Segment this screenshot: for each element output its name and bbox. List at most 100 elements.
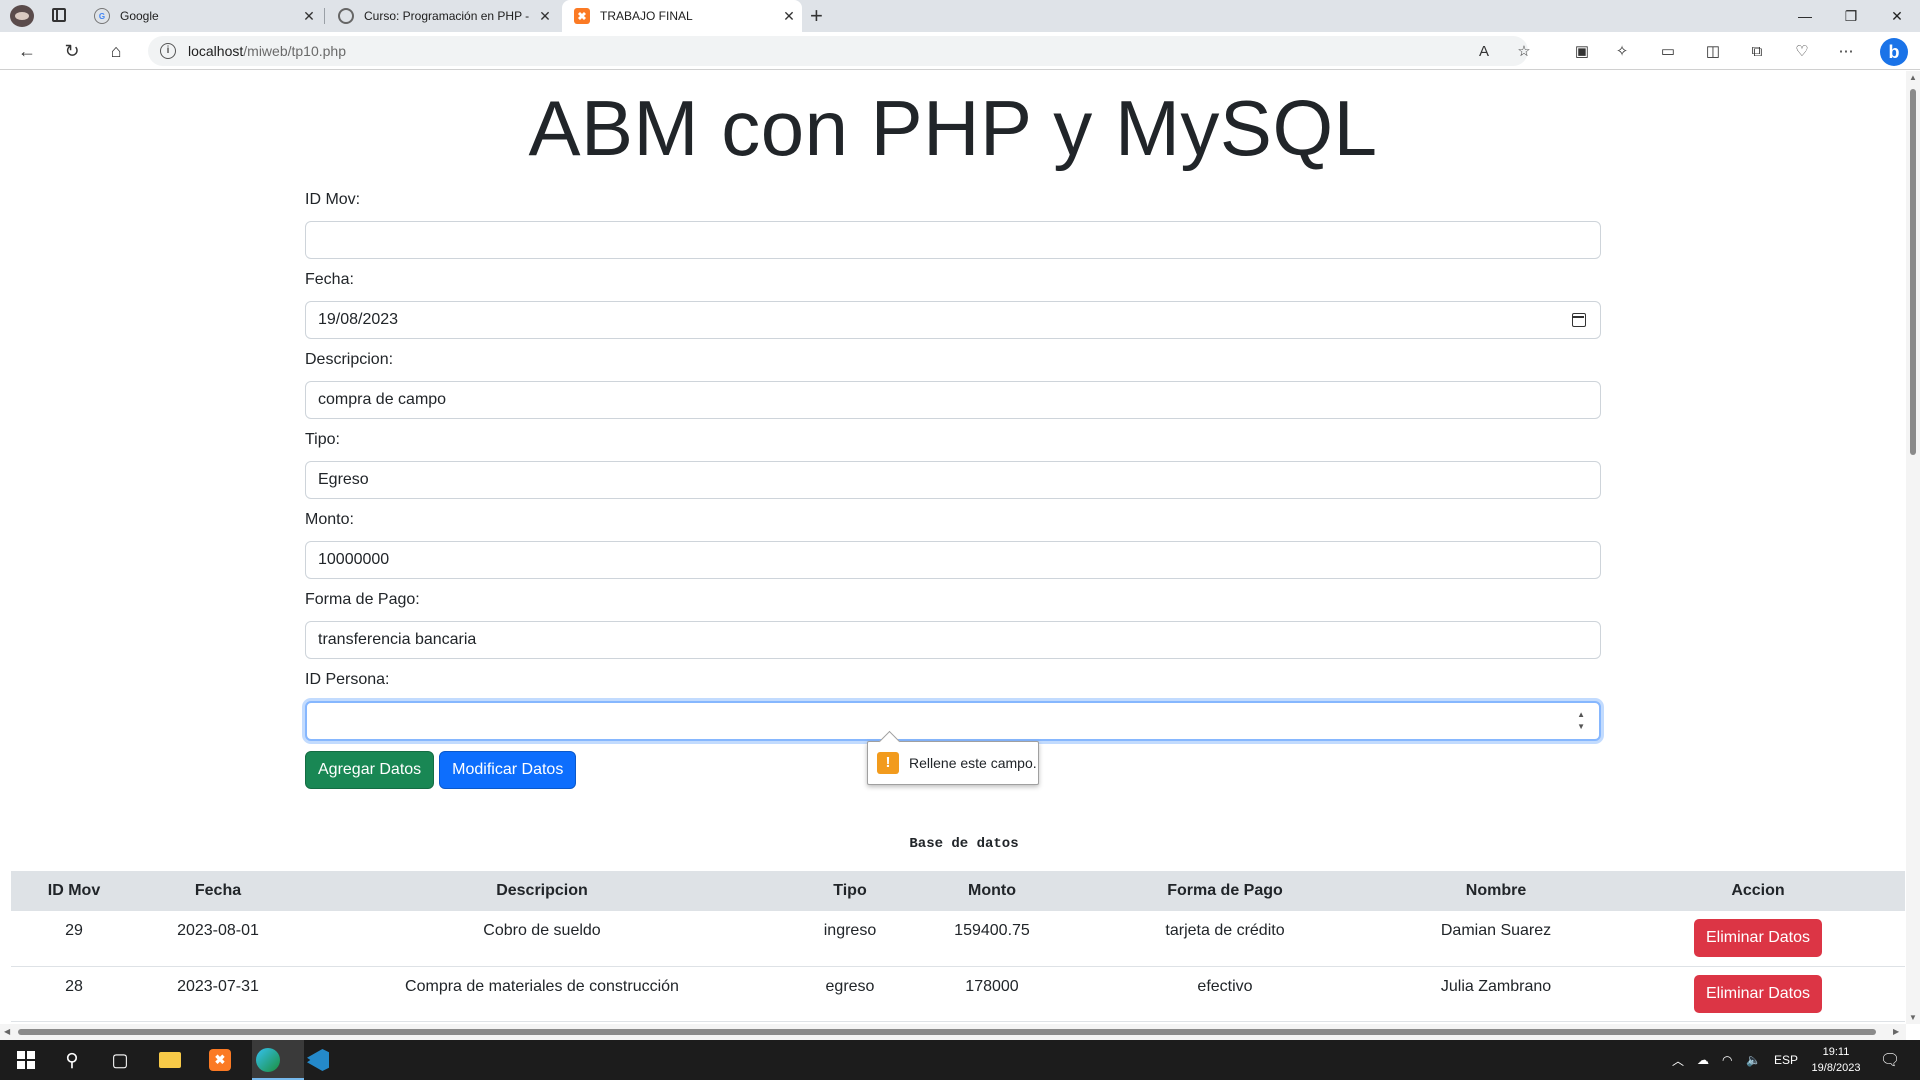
tab-title: Curso: Programación en PHP - N [364,9,532,23]
cell-accion: Eliminar Datos [1611,911,1905,967]
form-container: ABM con PHP y MySQL ID Mov: Fecha: 19/08… [305,71,1601,789]
url-host: localhost [188,43,244,59]
vertical-scroll-thumb[interactable] [1910,89,1916,455]
cell-monto: 159400.75 [915,911,1069,967]
close-window-icon[interactable]: ✕ [1874,0,1920,32]
delete-data-button[interactable]: Eliminar Datos [1693,919,1823,957]
search-icon[interactable]: ⚲ [58,1046,86,1074]
number-spinner-icon[interactable]: ▲ ▼ [1577,709,1585,733]
extension-off-icon[interactable]: ▣ [1572,41,1592,61]
site-info-icon[interactable]: i [160,43,176,59]
field-id-persona: ID Persona: ▲ ▼ [305,669,1601,741]
new-tab-icon[interactable]: + [810,3,823,29]
more-menu-icon[interactable]: ⋯ [1836,41,1856,61]
cell-nombre: Julia Zambrano [1381,966,1611,1022]
minimize-icon[interactable]: — [1782,0,1828,32]
horizontal-scroll-thumb[interactable] [18,1029,1876,1035]
windows-logo-icon [17,1051,35,1069]
cell-id: 29 [11,911,137,967]
show-hidden-icons-icon[interactable]: ︿ [1672,1040,1684,1080]
field-descripcion: Descripcion: compra de campo [305,349,1601,419]
descripcion-input[interactable]: compra de campo [305,381,1601,419]
tab-actions-icon[interactable] [52,8,66,22]
browser-essentials-icon[interactable]: ♡ [1792,41,1812,61]
profile-avatar-icon[interactable] [10,5,34,27]
notifications-icon[interactable]: 🗨 [1880,1040,1900,1080]
edge-icon[interactable] [254,1046,282,1074]
field-tipo: Tipo: Egreso [305,429,1601,499]
start-button[interactable] [12,1046,40,1074]
read-aloud-icon[interactable]: A [1474,41,1494,61]
browser-tabbar: G Google ✕ Curso: Programación en PHP - … [0,0,1920,32]
cell-nombre: Damian Suarez [1381,911,1611,967]
modify-data-button[interactable]: Modificar Datos [439,751,577,789]
close-tab-icon[interactable]: ✕ [296,8,322,25]
cell-monto: 178000 [915,966,1069,1022]
back-icon[interactable]: ← [15,39,39,63]
tab-separator [324,8,325,24]
field-monto: Monto: 10000000 [305,509,1601,579]
column-header: Fecha [137,871,299,911]
close-tab-icon[interactable]: ✕ [532,8,558,25]
scroll-up-icon[interactable]: ▲ [1909,73,1917,82]
address-toolbar: ← ↻ ⌂ i localhost/miweb/tp10.php A ☆ ▣ ✧… [0,32,1920,70]
fecha-input[interactable]: 19/08/2023 [305,301,1601,339]
forma-pago-input[interactable]: transferencia bancaria [305,621,1601,659]
tab-google[interactable]: G Google ✕ [82,0,322,32]
xampp-taskbar-icon[interactable]: ✖ [206,1046,234,1074]
column-header: Descripcion [299,871,785,911]
database-title: Base de datos [909,836,1019,852]
task-view-icon[interactable]: ▢ [106,1046,134,1074]
field-label: ID Persona: [305,671,390,688]
address-bar[interactable]: i localhost/miweb/tp10.php [148,36,1528,66]
cell-descripcion: Cobro de sueldo [299,911,785,967]
delete-data-button[interactable]: Eliminar Datos [1693,974,1823,1013]
tipo-input[interactable]: Egreso [305,461,1601,499]
volume-icon[interactable]: 🔈 [1746,1040,1761,1080]
vscode-icon[interactable] [304,1046,332,1074]
horizontal-scrollbar[interactable]: ◀ ▶ [0,1024,1906,1040]
clock[interactable]: 19:11 19/8/2023 [1806,1044,1866,1076]
wifi-icon[interactable]: ◠ [1722,1040,1732,1080]
tab-trabajo-final[interactable]: ✖ TRABAJO FINAL ✕ [562,0,802,32]
column-header: ID Mov [11,871,137,911]
id-mov-input[interactable] [305,221,1601,259]
field-forma-pago: Forma de Pago: transferencia bancaria [305,589,1601,659]
column-header: Nombre [1381,871,1611,911]
field-label: ID Mov: [305,191,361,208]
field-fecha: Fecha: 19/08/2023 [305,269,1601,339]
bing-chat-icon[interactable]: b [1880,38,1908,66]
home-icon[interactable]: ⌂ [104,39,128,63]
close-tab-icon[interactable]: ✕ [776,8,802,25]
split-screen-icon[interactable]: ◫ [1703,41,1723,61]
tab-title: TRABAJO FINAL [600,9,693,23]
cell-accion: Eliminar Datos [1611,966,1905,1022]
scroll-down-icon[interactable]: ▼ [1909,1013,1917,1022]
cast-icon[interactable]: ▭ [1658,41,1678,61]
tooltip-text: Rellene este campo. [909,755,1037,771]
extensions-icon[interactable]: ✧ [1612,41,1632,61]
collections-icon[interactable]: ⧉ [1747,41,1767,61]
url-path: /miweb/tp10.php [243,43,346,59]
refresh-icon[interactable]: ↻ [60,39,84,63]
monto-input[interactable]: 10000000 [305,541,1601,579]
favorite-star-icon[interactable]: ☆ [1514,41,1534,61]
curso-icon [338,8,354,24]
column-header: Monto [915,871,1069,911]
scroll-left-icon[interactable]: ◀ [4,1027,10,1036]
scroll-right-icon[interactable]: ▶ [1893,1027,1899,1036]
vertical-scrollbar[interactable]: ▲ ▼ [1906,71,1920,1024]
file-explorer-icon[interactable] [156,1046,184,1074]
add-data-button[interactable]: Agregar Datos [305,751,435,789]
column-header: Forma de Pago [1069,871,1381,911]
onedrive-icon[interactable]: ☁ [1697,1040,1709,1080]
calendar-icon[interactable] [1572,313,1586,327]
field-label: Forma de Pago: [305,591,420,608]
data-table: ID Mov Fecha Descripcion Tipo Monto Form… [11,871,1905,1022]
restore-icon[interactable]: ❐ [1828,0,1874,32]
id-persona-input[interactable]: ▲ ▼ [305,701,1601,741]
language-indicator[interactable]: ESP [1774,1040,1798,1080]
table-row: 28 2023-07-31 Compra de materiales de co… [11,966,1905,1022]
tab-curso[interactable]: Curso: Programación en PHP - N ✕ [326,0,558,32]
tab-title: Google [120,9,159,23]
